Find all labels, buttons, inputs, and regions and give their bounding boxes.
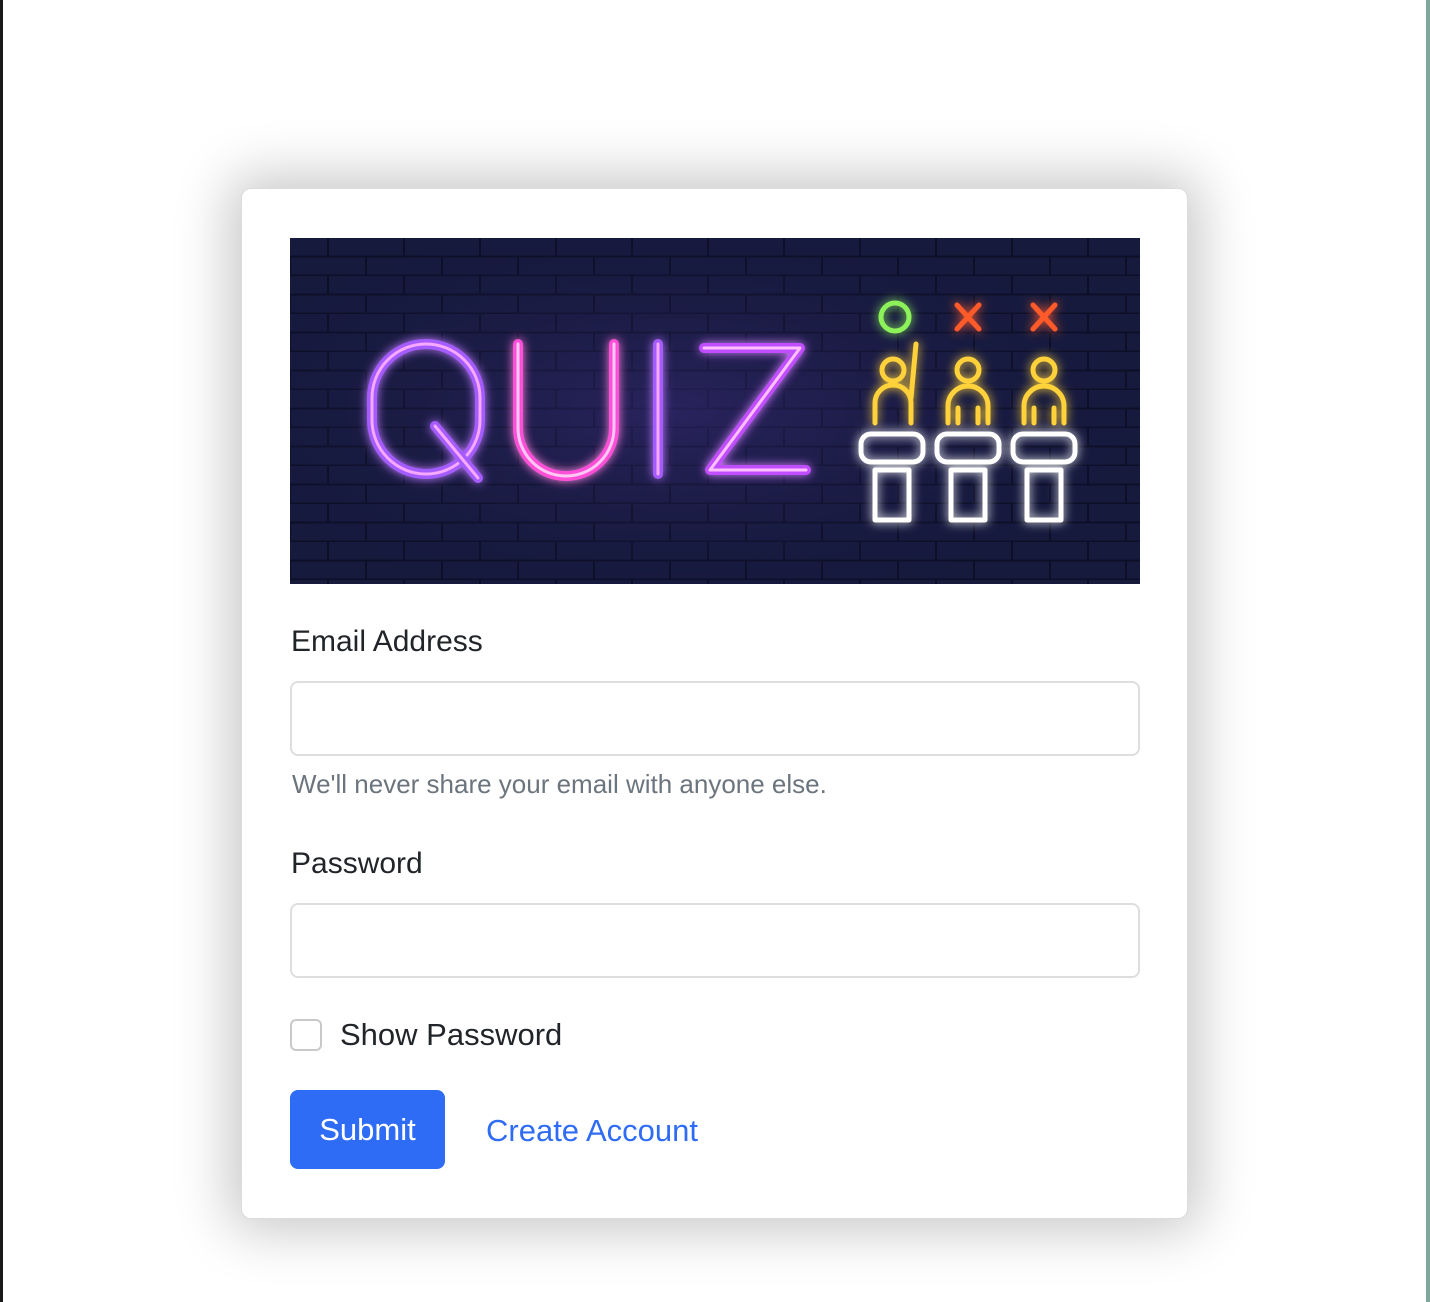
show-password-label[interactable]: Show Password [340, 1019, 562, 1050]
email-label: Email Address [291, 625, 483, 658]
page: Email Address We'll never share your ema… [0, 0, 1430, 1302]
login-card: Email Address We'll never share your ema… [241, 188, 1188, 1219]
email-input[interactable] [290, 681, 1140, 756]
show-password-checkbox[interactable] [290, 1019, 322, 1051]
password-input[interactable] [290, 903, 1140, 978]
create-account-link[interactable]: Create Account [486, 1115, 698, 1146]
password-label: Password [291, 847, 423, 880]
email-help-text: We'll never share your email with anyone… [292, 769, 827, 799]
submit-button[interactable]: Submit [290, 1090, 445, 1169]
quiz-banner-image [290, 238, 1140, 584]
